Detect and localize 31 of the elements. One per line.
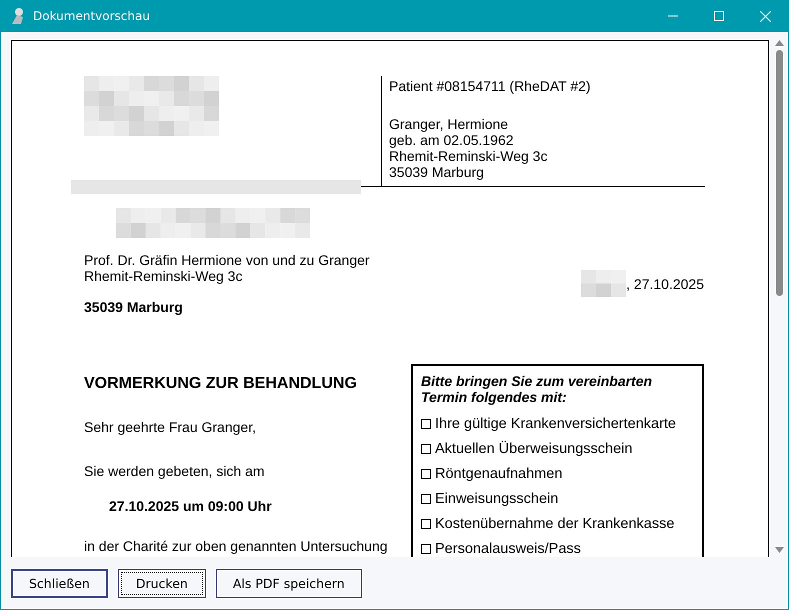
appointment-date: 27.10.2025 um 09:00 Uhr [109, 498, 272, 514]
checklist-item: Aktuellen Überweisungsschein [435, 440, 632, 456]
scroll-up-icon[interactable] [775, 40, 784, 46]
recipient-city: 35039 Marburg [84, 299, 184, 315]
checklist-title: Bitte bringen Sie zum vereinbarten Termin folgendes mit: [421, 373, 654, 405]
letter-date: , 27.10.2025 [626, 276, 704, 292]
dialog-button[interactable]: Als PDF speichern [216, 568, 362, 598]
body-text: Sie werden gebeten, sich am [84, 463, 265, 479]
patient-line: Granger, Hermione [389, 116, 510, 132]
scrollbar-thumb[interactable] [776, 50, 783, 296]
checklist-item: Einweisungsschein [435, 490, 558, 506]
scroll-down-icon[interactable] [775, 547, 784, 553]
checklist-item: Personalausweis/Pass [435, 540, 581, 556]
window-title: Dokumentvorschau [33, 9, 150, 23]
recipient-line: Prof. Dr. Gräfin Hermione von und zu Granger [84, 252, 371, 268]
patient-line: geb. am 02.05.1962 [389, 132, 515, 148]
checklist-item: Ihre gültige Krankenversichertenkarte [435, 416, 676, 432]
recipient-line: Rhemit-Reminski-Weg 3c [84, 268, 244, 284]
redaction-mosaic [581, 270, 626, 297]
dialog-button[interactable]: Drucken [118, 568, 206, 598]
dialog-button[interactable]: Schließen [11, 568, 108, 598]
patient-line: Rhemit-Reminski-Weg 3c [389, 148, 548, 164]
checklist-item: Kostenübernahme der Krankenkasse [435, 516, 674, 532]
maximize-icon [714, 11, 724, 21]
close-icon [760, 10, 770, 22]
patient-line: 35039 Marburg [389, 164, 485, 180]
checklist-item: Röntgenaufnahmen [435, 466, 562, 482]
body-text: in der Charité zur oben genannten Untersuchung [84, 538, 388, 554]
letter-heading: VORMERKUNG ZUR BEHANDLUNG [84, 375, 357, 392]
patient-header: Patient #08154711 (RheDAT #2) [389, 78, 592, 94]
salutation: Sehr geehrte Frau Granger, [84, 419, 256, 435]
